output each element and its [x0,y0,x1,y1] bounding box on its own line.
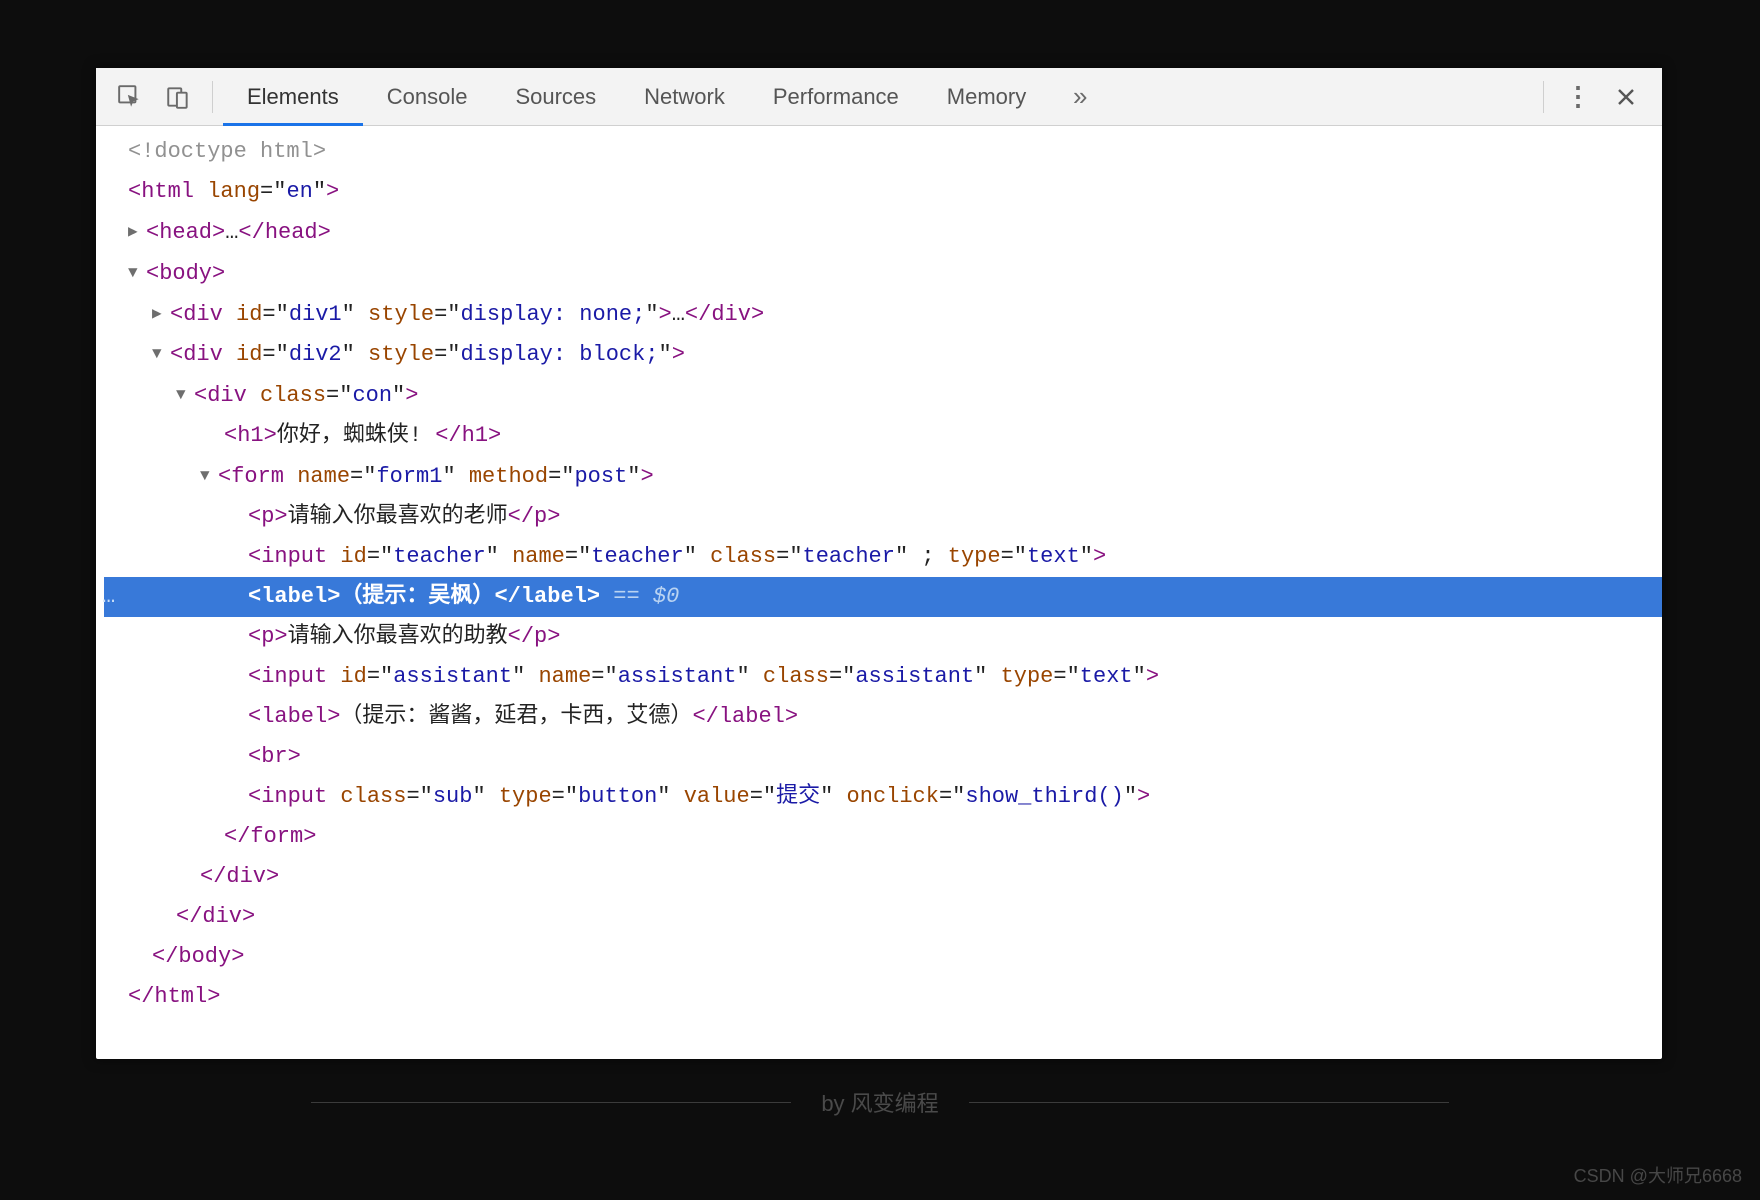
dom-node[interactable]: </form> [104,817,1662,857]
dom-node[interactable]: </body> [104,937,1662,977]
elements-tree[interactable]: <!doctype html> <html lang="en"> ▶<head>… [96,126,1662,1059]
kebab-menu-icon[interactable]: ⋮ [1560,79,1596,115]
dom-node[interactable]: <input class="sub" type="button" value="… [104,777,1662,817]
dom-node[interactable]: <!doctype html> [104,132,1662,172]
dom-node-selected[interactable]: … <label>（提示：吴枫）</label> == $0 [104,577,1662,617]
tab-performance[interactable]: Performance [749,68,923,126]
more-tabs-icon[interactable]: » [1062,79,1098,115]
footer-credit: by 风变编程 [0,1086,1760,1118]
dom-node[interactable]: <input id="assistant" name="assistant" c… [104,657,1662,697]
dom-node[interactable]: ▶<head>…</head> [104,212,1662,253]
dom-node[interactable]: </div> [104,897,1662,937]
collapse-arrow-icon[interactable]: ▼ [128,253,146,293]
dom-node[interactable]: ▼<form name="form1" method="post"> [104,456,1662,497]
devtools-panel: Elements Console Sources Network Perform… [96,68,1662,1059]
dom-node[interactable]: ▶<div id="div1" style="display: none;">…… [104,294,1662,335]
toolbar-separator [1543,81,1544,113]
dom-node[interactable]: <p>请输入你最喜欢的老师</p> [104,497,1662,537]
tab-memory[interactable]: Memory [923,68,1050,126]
dom-node[interactable]: <br> [104,737,1662,777]
tab-elements[interactable]: Elements [223,68,363,126]
collapse-arrow-icon[interactable]: ▼ [200,456,218,496]
dom-node[interactable]: <html lang="en"> [104,172,1662,212]
dom-node[interactable]: ▼<body> [104,253,1662,294]
close-icon[interactable] [1608,79,1644,115]
toolbar-separator [212,81,213,113]
tab-network[interactable]: Network [620,68,749,126]
divider [311,1102,791,1103]
footer-text: by 风变编程 [821,1086,938,1118]
tab-sources[interactable]: Sources [491,68,620,126]
expand-arrow-icon[interactable]: ▶ [152,294,170,334]
watermark-text: CSDN @大师兄6668 [1574,1162,1742,1188]
dom-node[interactable]: </div> [104,857,1662,897]
dom-node[interactable]: <label>（提示：酱酱，延君，卡西，艾德）</label> [104,697,1662,737]
dom-node[interactable]: <input id="teacher" name="teacher" class… [104,537,1662,577]
device-toggle-icon[interactable] [160,79,196,115]
dom-node[interactable]: <p>请输入你最喜欢的助教</p> [104,617,1662,657]
dom-node[interactable]: ▼<div class="con"> [104,375,1662,416]
collapse-arrow-icon[interactable]: ▼ [176,375,194,415]
gutter-ellipsis-icon: … [102,577,126,617]
collapse-arrow-icon[interactable]: ▼ [152,334,170,374]
divider [969,1102,1449,1103]
dom-node[interactable]: <h1>你好，蜘蛛侠! </h1> [104,416,1662,456]
inspect-icon[interactable] [112,79,148,115]
tab-console[interactable]: Console [363,68,492,126]
expand-arrow-icon[interactable]: ▶ [128,212,146,252]
devtools-toolbar: Elements Console Sources Network Perform… [96,68,1662,126]
dom-node[interactable]: </html> [104,977,1662,1017]
dom-node[interactable]: ▼<div id="div2" style="display: block;"> [104,334,1662,375]
